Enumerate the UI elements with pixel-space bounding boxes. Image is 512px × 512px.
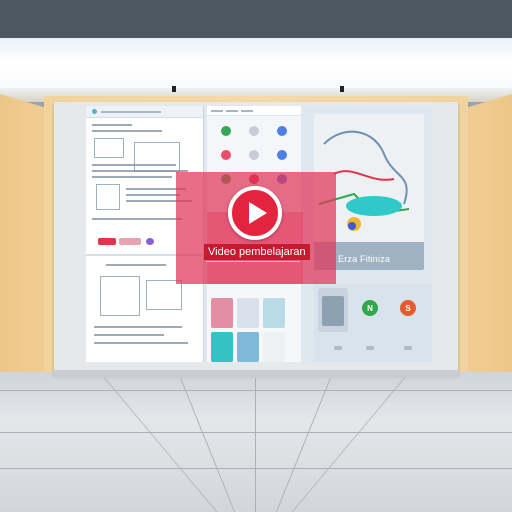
document-text-line xyxy=(92,176,172,178)
document-text-line xyxy=(94,326,182,328)
app-icon[interactable] xyxy=(249,150,259,160)
app-icon[interactable] xyxy=(221,150,231,160)
ceiling xyxy=(0,0,512,40)
document-text-line xyxy=(92,218,182,220)
video-thumbnail[interactable] xyxy=(263,332,285,362)
participant-avatar-s[interactable]: S xyxy=(400,300,416,316)
document-figure xyxy=(134,142,180,172)
document-figure xyxy=(96,184,120,210)
floor xyxy=(0,372,512,512)
document-text-line xyxy=(92,164,176,166)
floor-line xyxy=(0,432,512,433)
hanging-hook-right xyxy=(340,86,344,92)
document-figure xyxy=(100,276,140,316)
play-button[interactable] xyxy=(228,186,282,240)
document-figure xyxy=(146,280,182,310)
display-base xyxy=(52,370,460,378)
app-icon[interactable] xyxy=(277,150,287,160)
document-toolbar xyxy=(86,106,203,118)
document-text-line xyxy=(92,124,132,126)
hanging-hook-left xyxy=(172,86,176,92)
video-thumbnail[interactable] xyxy=(211,332,233,362)
app-icon[interactable] xyxy=(277,126,287,136)
document-text-line xyxy=(106,264,166,266)
control-indicator[interactable] xyxy=(334,346,342,350)
control-indicator[interactable] xyxy=(366,346,374,350)
video-thumbnail[interactable] xyxy=(211,298,233,328)
document-text-line xyxy=(94,334,164,336)
floor-line xyxy=(0,390,512,391)
video-thumbnail[interactable] xyxy=(263,298,285,328)
record-chip[interactable] xyxy=(98,238,116,245)
video-list-panel[interactable] xyxy=(207,284,301,362)
video-label-underline xyxy=(206,261,300,262)
floor-line xyxy=(0,468,512,469)
video-label[interactable]: Video pembelajaran xyxy=(204,244,310,260)
participant-video-tile[interactable] xyxy=(318,288,348,332)
video-thumbnail[interactable] xyxy=(237,332,259,362)
document-text-line xyxy=(92,130,162,132)
participant-avatar-n[interactable]: N xyxy=(362,300,378,316)
participant-avatar xyxy=(322,296,344,326)
document-text-line xyxy=(92,170,188,172)
floor-line xyxy=(255,378,256,512)
control-indicator[interactable] xyxy=(404,346,412,350)
video-thumbnail[interactable] xyxy=(237,298,259,328)
status-chip xyxy=(119,238,141,245)
app-grid-toolbar xyxy=(207,106,301,116)
ceiling-light xyxy=(0,38,512,94)
document-text-line xyxy=(126,194,180,196)
app-icon[interactable] xyxy=(249,126,259,136)
virtual-room: Erza Fitiniza N S Video pembelajaran xyxy=(0,0,512,512)
document-text-line xyxy=(94,342,188,344)
play-icon xyxy=(248,202,267,224)
participants-panel[interactable]: N S xyxy=(314,284,432,362)
app-icon[interactable] xyxy=(221,126,231,136)
map-caption: Erza Fitiniza xyxy=(338,254,391,264)
toolbar-text xyxy=(101,110,161,113)
document-figure xyxy=(94,138,124,158)
app-icon xyxy=(92,109,97,114)
user-chip[interactable] xyxy=(146,238,154,245)
